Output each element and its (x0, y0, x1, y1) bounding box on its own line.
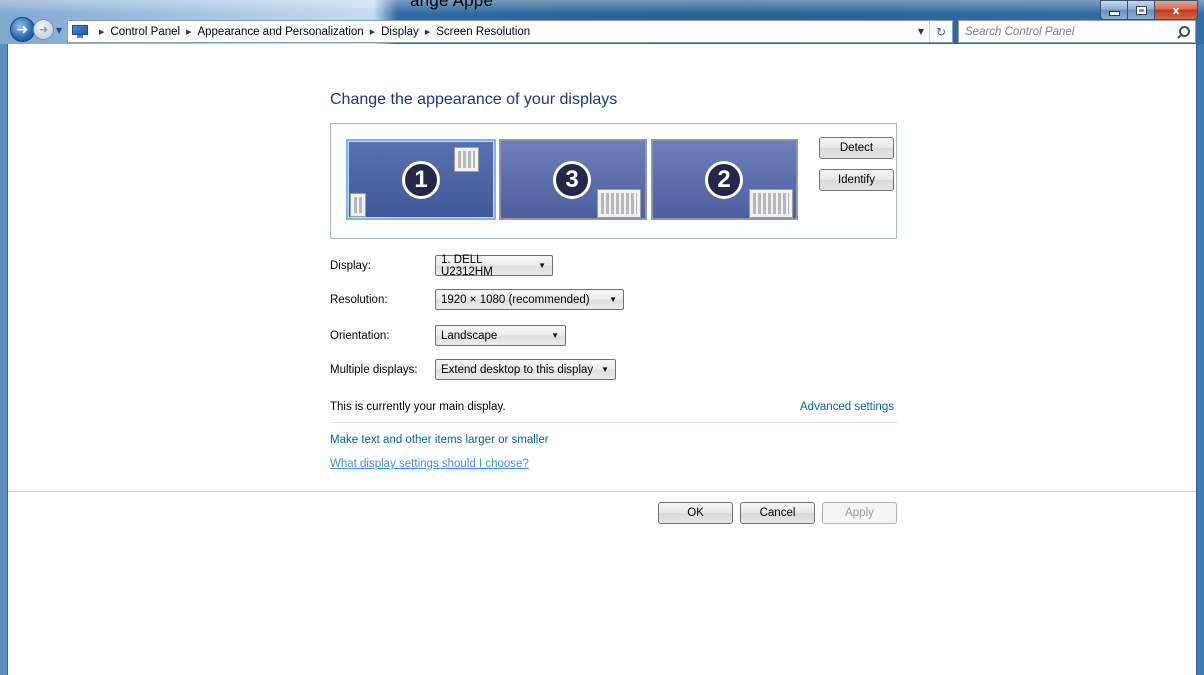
display-label: Display: (330, 259, 371, 272)
resolution-label: Resolution: (330, 293, 388, 306)
breadcrumb: Control Panel ▶ Appearance and Personali… (110, 26, 530, 38)
chevron-down-icon: ▼ (538, 261, 546, 270)
resolution-row: Resolution: 1920 × 1080 (recommended) ▼ (330, 289, 624, 310)
monitor-3[interactable]: 3 (499, 139, 647, 220)
display-arrangement-panel: 1 3 2 Detect Identify (330, 123, 897, 239)
address-bar-controls: ▼ ↻ (913, 21, 952, 42)
apply-button[interactable]: Apply (822, 502, 897, 524)
orientation-row: Orientation: Landscape ▼ (330, 325, 566, 346)
back-button[interactable]: ➜ (10, 17, 35, 42)
divider (330, 422, 897, 423)
breadcrumb-chevron-icon[interactable]: ▶ (99, 28, 104, 36)
ok-button[interactable]: OK (658, 502, 733, 524)
desktop-icons-icon (350, 193, 366, 217)
close-icon: x (1172, 3, 1180, 17)
start-screen-icon (597, 189, 641, 218)
resolution-select-value: 1920 × 1080 (recommended) (441, 293, 590, 306)
refresh-icon[interactable]: ↻ (929, 21, 952, 42)
breadcrumb-control-panel[interactable]: Control Panel (110, 26, 180, 38)
back-arrow-icon: ➜ (16, 21, 29, 38)
identify-button[interactable]: Identify (819, 169, 894, 191)
cancel-button[interactable]: Cancel (740, 502, 815, 524)
monitor-number-badge: 1 (402, 161, 440, 199)
close-button[interactable]: x (1154, 0, 1198, 20)
forward-arrow-icon: ➜ (38, 23, 49, 36)
help-link[interactable]: What display settings should I choose? (330, 458, 529, 470)
forward-button[interactable]: ➜ (33, 19, 54, 40)
minimize-icon (1108, 11, 1120, 16)
control-panel-icon (72, 25, 88, 38)
search-icon[interactable] (1175, 24, 1191, 40)
display-row: Display: 1. DELL U2312HM ▼ (330, 253, 553, 278)
start-screen-icon (749, 189, 793, 218)
monitor-2[interactable]: 2 (651, 139, 798, 220)
title-bar-sheen (0, 0, 1204, 14)
orientation-select-value: Landscape (441, 329, 498, 342)
chevron-down-icon: ▼ (601, 365, 609, 374)
monitor-number-badge: 2 (705, 161, 743, 199)
search-input[interactable] (959, 22, 1175, 41)
multiple-displays-select-value: Extend desktop to this display (441, 363, 594, 376)
orientation-label: Orientation: (330, 329, 390, 342)
display-select[interactable]: 1. DELL U2312HM ▼ (435, 253, 553, 278)
multiple-displays-label: Multiple displays: (330, 363, 418, 376)
address-bar[interactable]: ▶ Control Panel ▶ Appearance and Persona… (67, 20, 953, 43)
maximize-button[interactable] (1127, 0, 1154, 20)
page-title: Change the appearance of your displays (330, 91, 618, 108)
breadcrumb-chevron-icon[interactable]: ▶ (425, 28, 430, 36)
monitor-1[interactable]: 1 (346, 139, 496, 220)
monitor-number-badge: 3 (553, 161, 591, 199)
breadcrumb-chevron-icon[interactable]: ▶ (370, 28, 375, 36)
caption-buttons: x (1100, 0, 1198, 20)
multiple-displays-row: Multiple displays: Extend desktop to thi… (330, 359, 616, 380)
taskbar-window-icon (454, 147, 479, 172)
window-title: ange Appe (410, 0, 494, 10)
text-size-link[interactable]: Make text and other items larger or smal… (330, 434, 549, 446)
display-select-value: 1. DELL U2312HM (441, 253, 493, 278)
window-border-left (0, 44, 8, 675)
chevron-down-icon: ▼ (609, 295, 617, 304)
maximize-icon (1135, 5, 1147, 15)
advanced-settings-link[interactable]: Advanced settings (800, 401, 894, 413)
breadcrumb-chevron-icon[interactable]: ▶ (186, 28, 191, 36)
chevron-down-icon: ▼ (551, 331, 559, 340)
breadcrumb-display[interactable]: Display (381, 26, 419, 38)
breadcrumb-screen-resolution[interactable]: Screen Resolution (436, 26, 530, 38)
breadcrumb-appearance[interactable]: Appearance and Personalization (197, 26, 363, 38)
detect-button[interactable]: Detect (819, 137, 894, 159)
content-area: Change the appearance of your displays 1… (8, 44, 1196, 675)
recent-pages-dropdown[interactable]: ▼ (56, 26, 62, 35)
window-border-right (1196, 44, 1204, 675)
main-display-status: This is currently your main display. (330, 401, 506, 413)
orientation-select[interactable]: Landscape ▼ (435, 325, 566, 346)
search-box[interactable] (958, 20, 1196, 43)
resolution-select[interactable]: 1920 × 1080 (recommended) ▼ (435, 289, 624, 310)
minimize-button[interactable] (1100, 0, 1127, 20)
multiple-displays-select[interactable]: Extend desktop to this display ▼ (435, 359, 616, 380)
divider (8, 491, 1196, 492)
address-dropdown-icon[interactable]: ▼ (913, 27, 929, 36)
